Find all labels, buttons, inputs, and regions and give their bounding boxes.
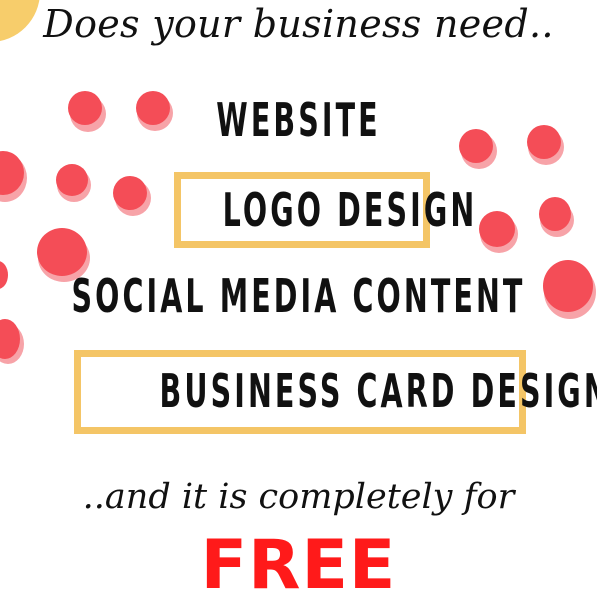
tagline: ..and it is completely for xyxy=(82,477,515,517)
service-logo-design: LOGO DESIGN xyxy=(222,183,478,237)
dot xyxy=(113,176,147,210)
service-social-media-content: SOCIAL MEDIA CONTENT xyxy=(71,269,526,323)
dot xyxy=(539,197,571,231)
dot xyxy=(527,125,561,159)
headline: Does your business need.. xyxy=(43,2,554,46)
dot xyxy=(56,164,88,196)
poster: Does your business need.. WEBSITE LOGO D… xyxy=(0,0,597,600)
service-business-card-design: BUSINESS CARD DESIGN xyxy=(159,364,597,418)
dot xyxy=(479,211,515,247)
dot xyxy=(68,91,102,125)
service-website: WEBSITE xyxy=(216,93,381,147)
free-label: FREE xyxy=(200,526,397,600)
